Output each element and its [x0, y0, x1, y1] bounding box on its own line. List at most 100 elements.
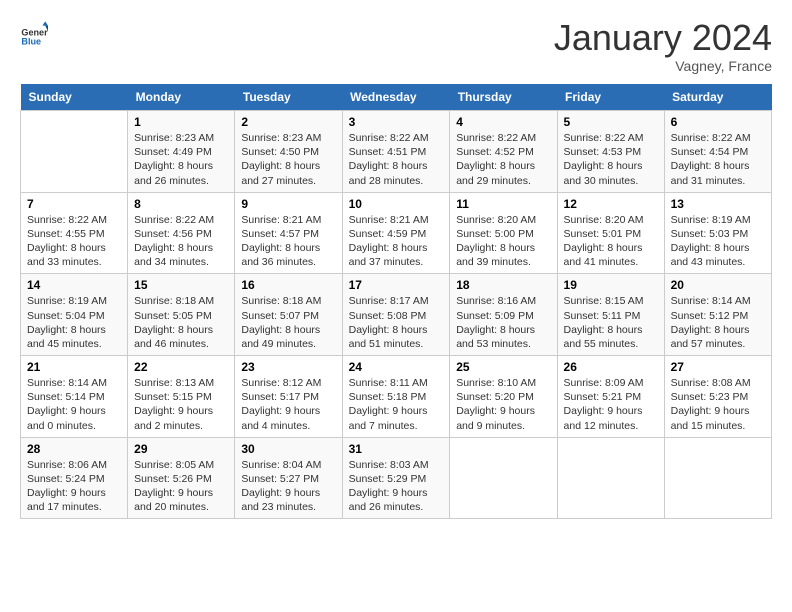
day-cell: 11 Sunrise: 8:20 AM Sunset: 5:00 PM Dayl…	[450, 192, 557, 274]
day-number: 1	[134, 115, 228, 129]
day-number: 5	[564, 115, 658, 129]
day-info: Sunrise: 8:19 AM Sunset: 5:04 PM Dayligh…	[27, 294, 121, 351]
day-cell	[664, 437, 771, 519]
day-info: Sunrise: 8:21 AM Sunset: 4:59 PM Dayligh…	[349, 213, 444, 270]
day-number: 26	[564, 360, 658, 374]
day-info: Sunrise: 8:19 AM Sunset: 5:03 PM Dayligh…	[671, 213, 765, 270]
day-number: 2	[241, 115, 335, 129]
day-info: Sunrise: 8:13 AM Sunset: 5:15 PM Dayligh…	[134, 376, 228, 433]
day-info: Sunrise: 8:18 AM Sunset: 5:07 PM Dayligh…	[241, 294, 335, 351]
day-number: 22	[134, 360, 228, 374]
day-number: 30	[241, 442, 335, 456]
calendar-table: Sunday Monday Tuesday Wednesday Thursday…	[20, 84, 772, 519]
day-cell: 23 Sunrise: 8:12 AM Sunset: 5:17 PM Dayl…	[235, 356, 342, 438]
header-wednesday: Wednesday	[342, 84, 450, 111]
page-header: General Blue January 2024 Vagney, France	[20, 20, 772, 74]
day-number: 31	[349, 442, 444, 456]
day-info: Sunrise: 8:22 AM Sunset: 4:52 PM Dayligh…	[456, 131, 550, 188]
logo: General Blue	[20, 20, 48, 48]
day-info: Sunrise: 8:06 AM Sunset: 5:24 PM Dayligh…	[27, 458, 121, 515]
day-info: Sunrise: 8:14 AM Sunset: 5:12 PM Dayligh…	[671, 294, 765, 351]
day-cell: 3 Sunrise: 8:22 AM Sunset: 4:51 PM Dayli…	[342, 111, 450, 193]
day-number: 8	[134, 197, 228, 211]
week-row-1: 1 Sunrise: 8:23 AM Sunset: 4:49 PM Dayli…	[21, 111, 772, 193]
day-cell: 21 Sunrise: 8:14 AM Sunset: 5:14 PM Dayl…	[21, 356, 128, 438]
day-info: Sunrise: 8:22 AM Sunset: 4:53 PM Dayligh…	[564, 131, 658, 188]
day-number: 24	[349, 360, 444, 374]
day-info: Sunrise: 8:22 AM Sunset: 4:55 PM Dayligh…	[27, 213, 121, 270]
day-info: Sunrise: 8:22 AM Sunset: 4:54 PM Dayligh…	[671, 131, 765, 188]
day-info: Sunrise: 8:18 AM Sunset: 5:05 PM Dayligh…	[134, 294, 228, 351]
day-cell: 26 Sunrise: 8:09 AM Sunset: 5:21 PM Dayl…	[557, 356, 664, 438]
day-info: Sunrise: 8:15 AM Sunset: 5:11 PM Dayligh…	[564, 294, 658, 351]
svg-text:Blue: Blue	[21, 37, 41, 47]
day-number: 25	[456, 360, 550, 374]
day-info: Sunrise: 8:08 AM Sunset: 5:23 PM Dayligh…	[671, 376, 765, 433]
day-number: 16	[241, 278, 335, 292]
day-number: 14	[27, 278, 121, 292]
day-number: 27	[671, 360, 765, 374]
day-cell: 28 Sunrise: 8:06 AM Sunset: 5:24 PM Dayl…	[21, 437, 128, 519]
day-info: Sunrise: 8:23 AM Sunset: 4:49 PM Dayligh…	[134, 131, 228, 188]
day-cell: 10 Sunrise: 8:21 AM Sunset: 4:59 PM Dayl…	[342, 192, 450, 274]
day-number: 11	[456, 197, 550, 211]
day-cell: 12 Sunrise: 8:20 AM Sunset: 5:01 PM Dayl…	[557, 192, 664, 274]
day-info: Sunrise: 8:03 AM Sunset: 5:29 PM Dayligh…	[349, 458, 444, 515]
day-info: Sunrise: 8:12 AM Sunset: 5:17 PM Dayligh…	[241, 376, 335, 433]
day-number: 20	[671, 278, 765, 292]
day-number: 13	[671, 197, 765, 211]
day-number: 15	[134, 278, 228, 292]
day-info: Sunrise: 8:10 AM Sunset: 5:20 PM Dayligh…	[456, 376, 550, 433]
day-info: Sunrise: 8:09 AM Sunset: 5:21 PM Dayligh…	[564, 376, 658, 433]
day-cell: 24 Sunrise: 8:11 AM Sunset: 5:18 PM Dayl…	[342, 356, 450, 438]
day-cell: 20 Sunrise: 8:14 AM Sunset: 5:12 PM Dayl…	[664, 274, 771, 356]
week-row-4: 21 Sunrise: 8:14 AM Sunset: 5:14 PM Dayl…	[21, 356, 772, 438]
header-sunday: Sunday	[21, 84, 128, 111]
day-cell: 30 Sunrise: 8:04 AM Sunset: 5:27 PM Dayl…	[235, 437, 342, 519]
day-cell: 8 Sunrise: 8:22 AM Sunset: 4:56 PM Dayli…	[128, 192, 235, 274]
day-cell: 2 Sunrise: 8:23 AM Sunset: 4:50 PM Dayli…	[235, 111, 342, 193]
day-cell: 1 Sunrise: 8:23 AM Sunset: 4:49 PM Dayli…	[128, 111, 235, 193]
day-number: 29	[134, 442, 228, 456]
day-number: 28	[27, 442, 121, 456]
day-info: Sunrise: 8:17 AM Sunset: 5:08 PM Dayligh…	[349, 294, 444, 351]
day-number: 18	[456, 278, 550, 292]
week-row-2: 7 Sunrise: 8:22 AM Sunset: 4:55 PM Dayli…	[21, 192, 772, 274]
day-info: Sunrise: 8:22 AM Sunset: 4:56 PM Dayligh…	[134, 213, 228, 270]
day-cell: 5 Sunrise: 8:22 AM Sunset: 4:53 PM Dayli…	[557, 111, 664, 193]
day-number: 17	[349, 278, 444, 292]
day-cell: 22 Sunrise: 8:13 AM Sunset: 5:15 PM Dayl…	[128, 356, 235, 438]
day-cell: 14 Sunrise: 8:19 AM Sunset: 5:04 PM Dayl…	[21, 274, 128, 356]
day-number: 21	[27, 360, 121, 374]
day-info: Sunrise: 8:21 AM Sunset: 4:57 PM Dayligh…	[241, 213, 335, 270]
day-number: 7	[27, 197, 121, 211]
day-info: Sunrise: 8:14 AM Sunset: 5:14 PM Dayligh…	[27, 376, 121, 433]
day-info: Sunrise: 8:16 AM Sunset: 5:09 PM Dayligh…	[456, 294, 550, 351]
header-monday: Monday	[128, 84, 235, 111]
day-cell: 9 Sunrise: 8:21 AM Sunset: 4:57 PM Dayli…	[235, 192, 342, 274]
day-info: Sunrise: 8:04 AM Sunset: 5:27 PM Dayligh…	[241, 458, 335, 515]
day-cell: 19 Sunrise: 8:15 AM Sunset: 5:11 PM Dayl…	[557, 274, 664, 356]
day-cell: 18 Sunrise: 8:16 AM Sunset: 5:09 PM Dayl…	[450, 274, 557, 356]
day-number: 19	[564, 278, 658, 292]
day-info: Sunrise: 8:22 AM Sunset: 4:51 PM Dayligh…	[349, 131, 444, 188]
day-cell: 13 Sunrise: 8:19 AM Sunset: 5:03 PM Dayl…	[664, 192, 771, 274]
day-cell: 17 Sunrise: 8:17 AM Sunset: 5:08 PM Dayl…	[342, 274, 450, 356]
day-number: 10	[349, 197, 444, 211]
day-cell: 25 Sunrise: 8:10 AM Sunset: 5:20 PM Dayl…	[450, 356, 557, 438]
day-cell: 29 Sunrise: 8:05 AM Sunset: 5:26 PM Dayl…	[128, 437, 235, 519]
day-number: 4	[456, 115, 550, 129]
header-thursday: Thursday	[450, 84, 557, 111]
day-number: 3	[349, 115, 444, 129]
day-cell: 6 Sunrise: 8:22 AM Sunset: 4:54 PM Dayli…	[664, 111, 771, 193]
header-tuesday: Tuesday	[235, 84, 342, 111]
week-row-3: 14 Sunrise: 8:19 AM Sunset: 5:04 PM Dayl…	[21, 274, 772, 356]
day-cell	[450, 437, 557, 519]
day-info: Sunrise: 8:20 AM Sunset: 5:01 PM Dayligh…	[564, 213, 658, 270]
day-cell: 16 Sunrise: 8:18 AM Sunset: 5:07 PM Dayl…	[235, 274, 342, 356]
day-cell: 27 Sunrise: 8:08 AM Sunset: 5:23 PM Dayl…	[664, 356, 771, 438]
day-cell: 7 Sunrise: 8:22 AM Sunset: 4:55 PM Dayli…	[21, 192, 128, 274]
day-cell: 31 Sunrise: 8:03 AM Sunset: 5:29 PM Dayl…	[342, 437, 450, 519]
day-number: 23	[241, 360, 335, 374]
day-number: 12	[564, 197, 658, 211]
